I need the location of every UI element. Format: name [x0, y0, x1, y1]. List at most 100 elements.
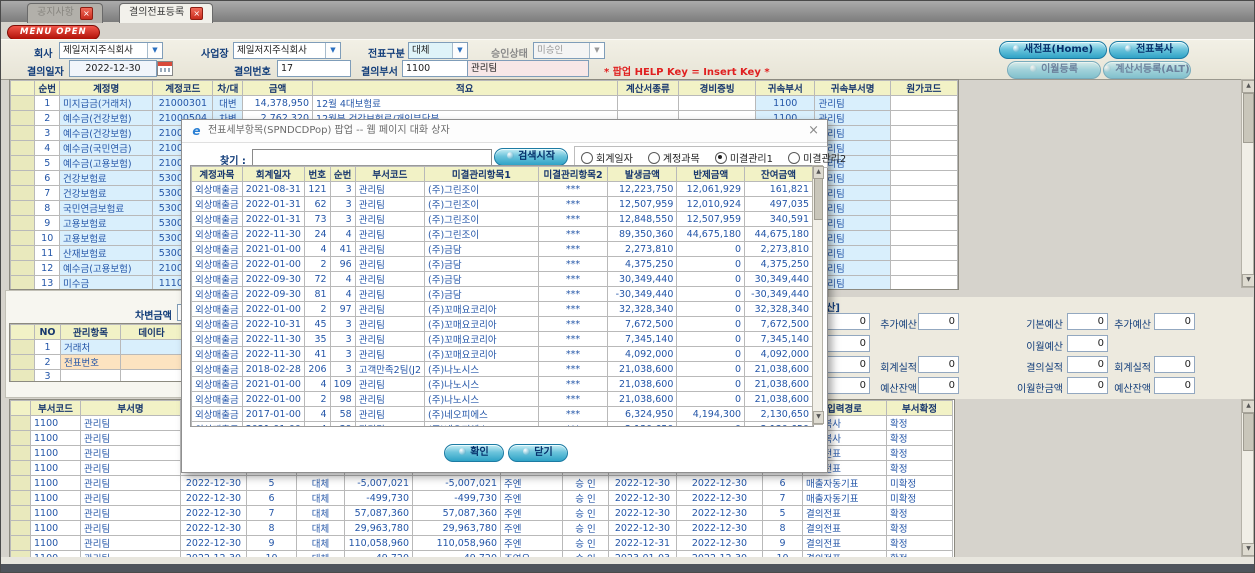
grid-cell[interactable]: 41 — [329, 241, 356, 257]
grid-cell[interactable]: 결의전표 — [802, 520, 887, 536]
grid-cell[interactable]: 1100 — [30, 460, 81, 476]
grid-cell[interactable]: 0 — [676, 346, 746, 362]
grid-cell[interactable]: 외상매출금 — [191, 271, 243, 287]
radio-label[interactable]: 미결관리1 — [730, 154, 773, 165]
grid-cell[interactable]: 58 — [329, 406, 356, 422]
grid-cell[interactable]: 4 — [34, 140, 60, 156]
grid-cell[interactable]: 8 — [762, 520, 803, 536]
grid-cell[interactable]: 9 — [34, 215, 60, 231]
grid-cell[interactable]: 외상매출금 — [191, 256, 243, 272]
grid-cell[interactable]: 7,345,140 — [607, 331, 678, 347]
grid-cell[interactable]: (주)그린조이 — [424, 226, 539, 242]
grid-cell[interactable]: 외상매출금 — [191, 361, 243, 377]
grid-cell[interactable]: 2022-12-30 — [676, 520, 763, 536]
grid-cell[interactable]: 대변 — [212, 95, 244, 111]
grid-cell[interactable]: (주)꼬매요코리아 — [424, 301, 539, 317]
grid-cell[interactable]: (주)금담 — [424, 241, 539, 257]
grid-cell[interactable]: 98 — [329, 391, 356, 407]
grid-cell[interactable]: 관리팀 — [354, 421, 426, 426]
grid-cell[interactable] — [889, 95, 958, 111]
grid-cell[interactable]: 1100 — [30, 505, 81, 521]
grid-cell[interactable]: 외상매출금 — [191, 211, 243, 227]
scroll-down-icon[interactable]: ▼ — [813, 411, 824, 424]
grid-cell[interactable]: 관리팀 — [80, 520, 181, 536]
grid-cell[interactable]: 2022-12-30 — [676, 535, 763, 551]
grid-cell[interactable]: (주)나노시스 — [424, 391, 539, 407]
radio-label[interactable]: 회계일자 — [596, 154, 633, 165]
row-selector[interactable] — [10, 475, 31, 491]
grid-cell[interactable]: 2 — [303, 391, 331, 407]
grid-cell[interactable]: 승 인 — [562, 490, 609, 506]
grid-cell[interactable]: 산재보험료 — [58, 245, 154, 261]
close-icon[interactable]: × — [808, 123, 819, 139]
grid-cell[interactable]: 29,963,780 — [412, 520, 501, 536]
grid-cell[interactable]: 2 — [34, 354, 61, 370]
grid-cell[interactable]: -5,007,021 — [344, 475, 413, 491]
grid-cell[interactable]: 6 — [246, 490, 297, 506]
grid-cell[interactable]: 외상매출금 — [191, 406, 243, 422]
row-selector[interactable] — [10, 200, 36, 216]
table-row[interactable]: 외상매출금 2022-01-00 2 97 관리팀 (주)꼬매요코리아 *** 32,328,… — [191, 301, 813, 317]
grid-cell[interactable]: 7 — [246, 505, 297, 521]
grid-cell[interactable]: 외상매출금 — [191, 301, 243, 317]
grid-cell[interactable]: 2022-12-30 — [676, 490, 763, 506]
table-row[interactable]: 외상매출금 2022-11-30 24 4 관리팀 (주)그린조이 *** 89,350,36… — [191, 226, 813, 242]
grid-cell[interactable]: 6 — [34, 170, 60, 186]
grid-cell[interactable]: 2018-02-28 — [241, 361, 305, 377]
grid-cell[interactable]: 3 — [329, 316, 356, 332]
grid-cell[interactable]: 12,507,959 — [676, 211, 746, 227]
grid-cell[interactable]: (주)금담 — [424, 271, 539, 287]
grid-cell[interactable]: 국민연금보험료 — [58, 200, 154, 216]
grid-cell[interactable]: 81 — [303, 286, 331, 302]
grid-cell[interactable]: 외상매출금 — [191, 346, 243, 362]
row-selector[interactable] — [10, 230, 36, 246]
grid-cell[interactable]: 30,349,440 — [744, 271, 813, 287]
grid-cell[interactable]: 44,675,180 — [676, 226, 746, 242]
grid-cell[interactable]: 주엔 — [500, 535, 563, 551]
grid-cell[interactable] — [889, 110, 958, 126]
grid-cell[interactable]: 2022-12-30 — [676, 505, 763, 521]
row-selector[interactable] — [10, 445, 31, 461]
grid-cell[interactable]: 2022-12-30 — [180, 520, 247, 536]
row-selector[interactable] — [10, 260, 36, 276]
table-row[interactable]: 1100 관리팀 2022-12-30 9 대체 110,058,960 110,058,9… — [10, 535, 953, 551]
grid-cell[interactable] — [120, 369, 183, 381]
scroll-thumb[interactable] — [814, 178, 823, 220]
table-row[interactable]: 외상매출금 2022-01-00 2 98 관리팀 (주)나노시스 *** 21,038,60… — [191, 391, 813, 407]
grid-cell[interactable]: (주)그린조이 — [424, 181, 539, 197]
grid-cell[interactable]: 2022-01-00 — [241, 391, 305, 407]
grid-cell[interactable]: 확정 — [886, 505, 953, 521]
grid-cell[interactable]: 13 — [34, 275, 60, 289]
number-input[interactable]: 17 — [277, 60, 351, 77]
grid-cell[interactable]: 12,507,959 — [607, 196, 678, 212]
row-selector[interactable] — [10, 490, 31, 506]
grid-cell[interactable]: 2 — [34, 110, 60, 126]
grid-cell[interactable] — [889, 275, 958, 289]
grid-cell[interactable]: 2021-01-00 — [241, 421, 305, 426]
grid-cell[interactable]: 관리팀 — [354, 181, 426, 197]
table-row[interactable]: 1100 관리팀 2022-12-30 6 대체 -499,730 -499,730 주엔 승 … — [10, 490, 953, 506]
grid-cell[interactable]: 14,378,950 — [242, 95, 314, 111]
grid-cell[interactable]: 340,591 — [744, 211, 813, 227]
confirm-button[interactable]: 확인 — [444, 444, 504, 462]
popup-title-bar[interactable]: e 전표세부항목(SPNDCDPop) 팝업 -- 웹 페이지 대화 상자 × — [182, 120, 827, 143]
grid-cell[interactable]: 2022-12-30 — [180, 490, 247, 506]
grid-cell[interactable]: 외상매출금 — [191, 376, 243, 392]
grid-cell[interactable]: 2,273,810 — [607, 241, 678, 257]
grid-cell[interactable]: 2022-12-30 — [180, 505, 247, 521]
grid-cell[interactable]: 관리팀 — [354, 331, 426, 347]
grid-cell[interactable]: 확정 — [886, 415, 953, 431]
grid-cell[interactable]: *** — [537, 181, 609, 197]
grid-cell[interactable]: 2022-12-30 — [608, 505, 677, 521]
grid-cell[interactable]: (주)금담 — [424, 286, 539, 302]
grid-cell[interactable]: 10 — [34, 230, 60, 246]
grid-cell[interactable]: (주)꼬매요코리아 — [424, 331, 539, 347]
grid-cell[interactable]: 2022-12-30 — [180, 475, 247, 491]
grid-cell[interactable]: 2022-12-30 — [608, 520, 677, 536]
grid-cell[interactable]: 관리팀 — [814, 95, 891, 111]
grid-cell[interactable]: 확정 — [886, 535, 953, 551]
close-button[interactable]: 닫기 — [508, 444, 568, 462]
grid-cell[interactable]: *** — [537, 301, 609, 317]
grid-cell[interactable]: 12월 4대보험료 — [312, 95, 618, 111]
grid-cell[interactable]: 44,675,180 — [744, 226, 813, 242]
